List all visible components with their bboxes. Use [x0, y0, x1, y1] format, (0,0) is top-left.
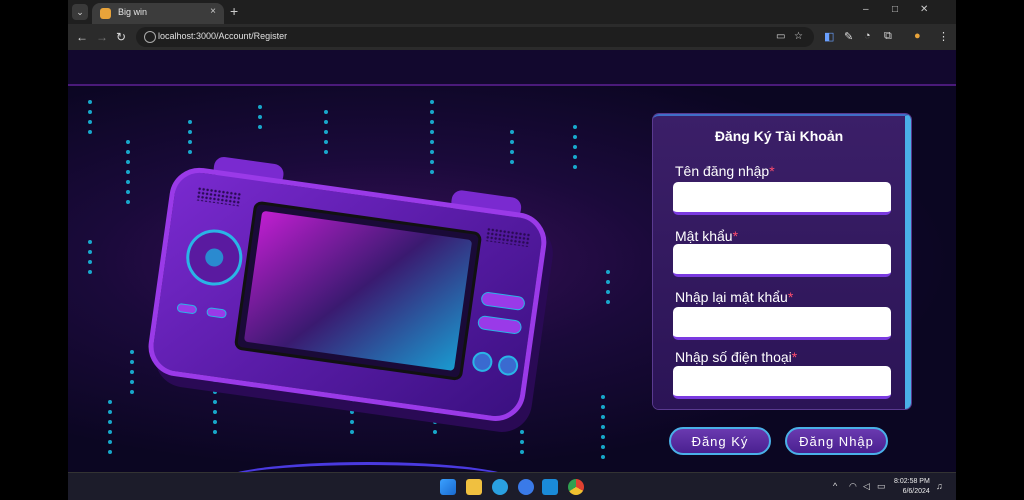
password-label: Mật khẩu*: [675, 228, 739, 244]
decor-arc: [218, 462, 518, 472]
back-icon[interactable]: ←: [76, 30, 88, 44]
site-header: [68, 50, 956, 86]
forward-icon[interactable]: →: [96, 30, 108, 44]
decor-dots: [130, 350, 134, 400]
vscode-icon[interactable]: [542, 479, 558, 495]
eyedropper-icon[interactable]: ✎: [844, 30, 853, 43]
translate-icon[interactable]: ◧: [824, 30, 834, 43]
battery-icon[interactable]: ▭: [877, 481, 886, 492]
history-icon[interactable]: ◔: [864, 30, 871, 42]
decor-dots: [108, 400, 112, 460]
select-button-icon: [176, 302, 198, 315]
tab-title: Big win: [118, 7, 148, 17]
azure-data-studio-icon[interactable]: [518, 479, 534, 495]
tab-close-icon[interactable]: ×: [210, 6, 216, 17]
decor-dots: [258, 105, 262, 135]
cast-icon[interactable]: ▭: [776, 31, 785, 42]
tab-strip: ⌄ Big win × + – □ ✕: [68, 0, 956, 24]
show-hidden-icons-icon[interactable]: ^: [833, 481, 837, 491]
phone-label: Nhập số điện thoại*: [675, 349, 798, 365]
decor-dots: [324, 110, 328, 160]
speaker-grill: [196, 186, 242, 207]
username-label: Tên đăng nhập*: [675, 163, 775, 179]
clock-date: 6/6/2024: [902, 488, 930, 495]
dpad-icon: [182, 225, 246, 290]
action-button-icon: [471, 350, 494, 374]
login-button[interactable]: Đăng Nhập: [785, 427, 888, 455]
decor-dots: [510, 130, 514, 170]
close-window-button[interactable]: ✕: [920, 4, 928, 15]
telegram-icon[interactable]: [492, 479, 508, 495]
bar-button-icon: [476, 314, 523, 335]
chrome-icon[interactable]: [568, 479, 584, 495]
bookmark-star-icon[interactable]: ☆: [794, 31, 803, 42]
username-field[interactable]: [673, 182, 891, 215]
notification-bell-icon[interactable]: ♫: [936, 481, 943, 491]
tab-search-icon[interactable]: ⌄: [72, 4, 88, 20]
file-explorer-icon[interactable]: [466, 479, 482, 495]
decor-dots: [601, 395, 605, 465]
game-console-illustration: [139, 144, 563, 466]
clock-time: 8:02:58 PM: [894, 478, 930, 485]
speaker-grill: [485, 227, 531, 248]
register-form: Đăng Ký Tài Khoản Tên đăng nhập* Mật khẩ…: [653, 114, 911, 409]
address-bar[interactable]: localhost:3000/Account/Register ▭ ☆: [136, 27, 814, 47]
extensions-icon[interactable]: ⧉: [884, 30, 892, 43]
decor-dots: [606, 270, 610, 310]
menu-icon[interactable]: ⋮: [938, 30, 949, 43]
confirm-password-field[interactable]: [673, 307, 891, 340]
url-text: localhost:3000/Account/Register: [158, 31, 288, 41]
minimize-button[interactable]: –: [863, 4, 869, 15]
decor-dots: [430, 100, 434, 180]
confirm-password-label: Nhập lại mật khẩu*: [675, 289, 794, 305]
decor-dots: [88, 100, 92, 140]
decor-dots: [126, 140, 130, 210]
taskbar: ^ ◠ ◁ ▭ 8:02:58 PM 6/6/2024 ♫: [68, 472, 956, 500]
phone-field[interactable]: [673, 366, 891, 399]
system-clock[interactable]: 8:02:58 PM 6/6/2024: [894, 477, 930, 497]
new-tab-button[interactable]: +: [230, 3, 238, 19]
windows-start-icon[interactable]: [440, 479, 456, 495]
reload-icon[interactable]: ↻: [116, 30, 126, 44]
action-button-icon: [496, 354, 520, 377]
browser-tab[interactable]: Big win ×: [92, 3, 224, 24]
maximize-button[interactable]: □: [892, 4, 898, 15]
profile-icon[interactable]: ●: [914, 30, 921, 42]
decor-dots: [573, 125, 577, 175]
console-screen: [233, 200, 483, 382]
start-button-icon: [206, 307, 228, 319]
wifi-icon[interactable]: ◠: [849, 481, 857, 492]
favicon-icon: [100, 8, 111, 19]
volume-icon[interactable]: ◁: [863, 481, 870, 492]
form-title: Đăng Ký Tài Khoản: [714, 128, 844, 144]
decor-dots: [88, 240, 92, 280]
register-button[interactable]: Đăng Ký: [669, 427, 771, 455]
browser-toolbar: ← → ↻ localhost:3000/Account/Register ▭ …: [68, 24, 956, 50]
site-info-icon[interactable]: [144, 31, 156, 43]
browser-window: ⌄ Big win × + – □ ✕ ← → ↻ localhost:3000…: [68, 0, 956, 500]
bar-button-icon: [480, 291, 526, 312]
register-page: Đăng Ký Tài Khoản Tên đăng nhập* Mật khẩ…: [68, 50, 956, 472]
password-field[interactable]: [673, 244, 891, 277]
